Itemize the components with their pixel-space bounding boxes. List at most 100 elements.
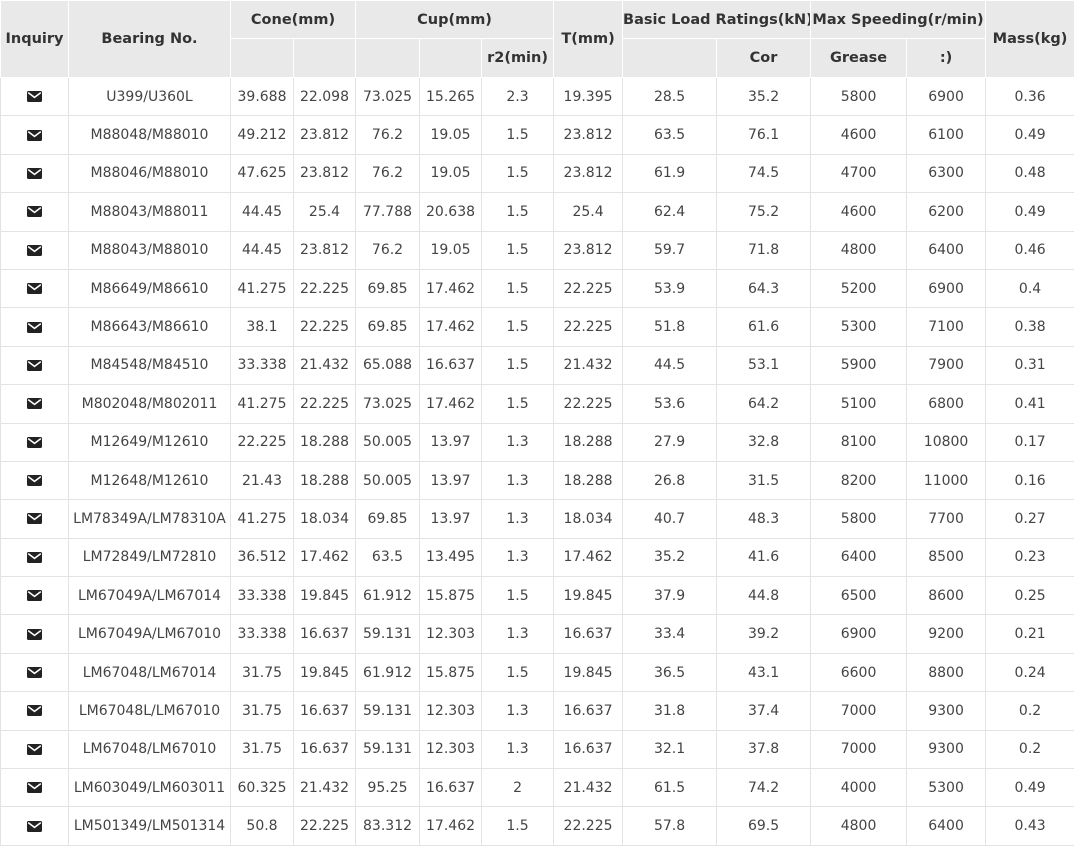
inquiry-cell[interactable] [0,192,69,232]
cell-cup-2: 13.495 [419,537,483,578]
inquiry-cell[interactable] [0,76,69,117]
cell-bearing-no: M12649/M12610 [68,422,231,462]
cell-cup-1: 50.005 [355,422,421,462]
cell-oil: 7900 [906,345,987,386]
envelope-icon[interactable] [27,628,42,640]
table-row: LM603049/LM603011 60.325 21.432 95.25 16.637… [0,768,1074,808]
cell-t: 18.034 [553,499,624,539]
inquiry-cell[interactable] [0,768,69,808]
inquiry-cell[interactable] [0,384,69,424]
cell-cone-2: 19.845 [292,652,357,693]
envelope-icon[interactable] [27,513,42,525]
cell-mass: 0.38 [985,307,1074,347]
cell-cone-2: 23.812 [292,115,357,155]
cell-cone-2: 17.462 [292,537,357,578]
envelope-icon[interactable] [27,244,42,256]
inquiry-cell[interactable] [0,153,69,194]
cell-cup-2: 12.303 [419,729,483,770]
cell-cr: 62.4 [622,192,718,232]
cell-bearing-no: LM72849/LM72810 [68,537,231,578]
envelope-icon[interactable] [27,820,42,832]
cell-cup-1: 76.2 [355,230,421,270]
cell-grease: 5200 [810,268,908,309]
cell-cup-1: 76.2 [355,153,421,194]
cell-cor: 71.8 [716,230,812,270]
table-row: LM67049A/LM67014 33.338 19.845 61.912 15.875… [0,576,1074,616]
inquiry-cell[interactable] [0,115,69,155]
envelope-icon[interactable] [27,743,42,755]
envelope-icon[interactable] [27,91,42,103]
cell-bearing-no: U399/U360L [68,76,231,117]
cell-mass: 0.16 [985,460,1074,501]
inquiry-cell[interactable] [0,576,69,616]
cell-mass: 0.2 [985,729,1074,770]
cell-cup-1: 76.2 [355,115,421,155]
cell-grease: 4000 [810,768,908,808]
cell-oil: 8500 [906,537,987,578]
cell-cup-2: 17.462 [419,268,483,309]
envelope-icon[interactable] [27,705,42,717]
cell-bearing-no: M88043/M88011 [68,192,231,232]
envelope-icon[interactable] [27,398,42,410]
envelope-icon[interactable] [27,782,42,794]
envelope-icon[interactable] [27,551,42,563]
cell-cup-2: 19.05 [419,230,483,270]
inquiry-cell[interactable] [0,806,69,846]
envelope-icon[interactable] [27,359,42,371]
inquiry-cell[interactable] [0,614,69,654]
cell-cup-2: 19.05 [419,115,483,155]
cell-cr: 63.5 [622,115,718,155]
envelope-icon[interactable] [27,283,42,295]
cell-cone-1: 44.45 [230,192,294,232]
cell-mass: 0.23 [985,537,1074,578]
envelope-icon[interactable] [27,436,42,448]
cell-cup-2: 15.265 [419,76,483,117]
cell-mass: 0.36 [985,76,1074,117]
cell-bearing-no: LM67048/LM67014 [68,652,231,693]
cell-cone-1: 31.75 [230,652,294,693]
header-cor: Cor [716,38,812,78]
table-row: M88043/M88011 44.45 25.4 77.788 20.638 1.5 25.… [0,192,1074,232]
inquiry-cell[interactable] [0,537,69,578]
inquiry-cell[interactable] [0,230,69,270]
cell-bearing-no: M88048/M88010 [68,115,231,155]
cell-r2-min: 1.5 [481,307,555,347]
cell-bearing-no: LM67049A/LM67010 [68,614,231,654]
inquiry-cell[interactable] [0,268,69,309]
inquiry-cell[interactable] [0,499,69,539]
cell-grease: 8100 [810,422,908,462]
cell-cor: 48.3 [716,499,812,539]
cell-grease: 8200 [810,460,908,501]
cell-mass: 0.25 [985,576,1074,616]
cell-cr: 33.4 [622,614,718,654]
cell-cr: 26.8 [622,460,718,501]
header-t: T(mm) [553,0,624,78]
inquiry-cell[interactable] [0,345,69,386]
cell-cone-1: 33.338 [230,345,294,386]
envelope-icon[interactable] [27,475,42,487]
cell-cor: 39.2 [716,614,812,654]
envelope-icon[interactable] [27,129,42,141]
inquiry-cell[interactable] [0,460,69,501]
cell-t: 25.4 [553,192,624,232]
inquiry-cell[interactable] [0,422,69,462]
envelope-icon[interactable] [27,590,42,602]
cell-cup-1: 95.25 [355,768,421,808]
table-row: M84548/M84510 33.338 21.432 65.088 16.637 1.5… [0,345,1074,386]
cell-cor: 76.1 [716,115,812,155]
inquiry-cell[interactable] [0,652,69,693]
cell-cr: 53.9 [622,268,718,309]
inquiry-cell[interactable] [0,729,69,770]
envelope-icon[interactable] [27,206,42,218]
envelope-icon[interactable] [27,667,42,679]
inquiry-cell[interactable] [0,691,69,731]
cell-cone-1: 41.275 [230,499,294,539]
cell-cup-1: 69.85 [355,499,421,539]
inquiry-cell[interactable] [0,307,69,347]
cell-cr: 27.9 [622,422,718,462]
envelope-icon[interactable] [27,167,42,179]
envelope-icon[interactable] [27,321,42,333]
cell-cone-1: 44.45 [230,230,294,270]
table-row: LM501349/LM501314 50.8 22.225 83.312 17.462 1… [0,806,1074,846]
header-cup-sub-2 [419,38,483,78]
